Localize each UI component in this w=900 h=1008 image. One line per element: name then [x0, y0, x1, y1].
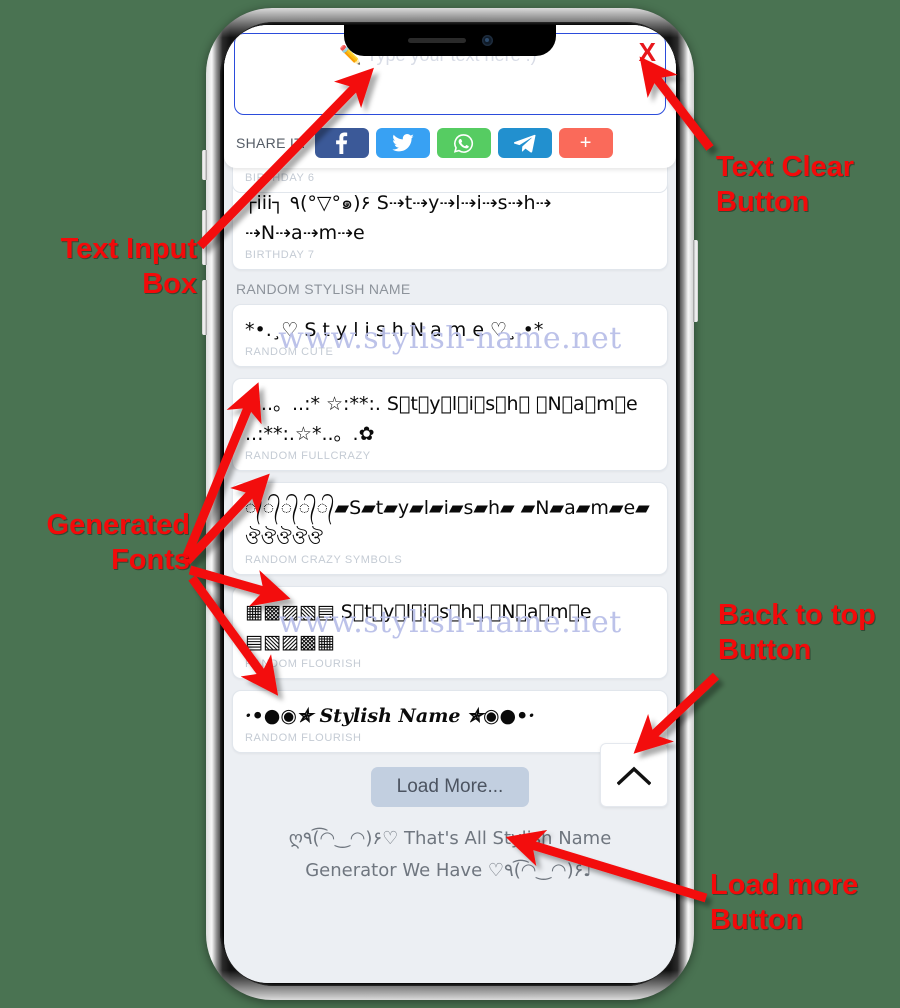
font-sample-text: ┌iii┐ ٩(°▽°๑)۶ S⇢t⇢y⇢l⇢i⇢s⇢h⇢ ⇢N⇢a⇢m⇢e — [245, 192, 552, 244]
share-it-label: SHARE IT: — [236, 135, 306, 151]
back-to-top-button[interactable] — [600, 743, 668, 807]
annotation-label-back-to-top: Back to top Button — [718, 598, 898, 668]
font-sample-text: *•.¸♡ S t y l i s h N a m e ♡¸.•* — [245, 319, 544, 341]
share-row: SHARE IT: + — [234, 128, 666, 158]
section-heading-random-stylish-name: RANDOM STYLISH NAME — [236, 281, 411, 297]
font-card-random-cute[interactable]: *•.¸♡ S t y l i s h N a m e ♡¸.•* RANDOM… — [232, 304, 668, 367]
phone-volume-down-button[interactable] — [202, 280, 207, 335]
font-sample-text: ·•●◉✯ Stylish Name ✯◉●•· — [245, 705, 535, 727]
font-card-random-crazy-symbols[interactable]: ᭄᭄᭄᭄᭄▰S▰t▰y▰l▰i▰s▰h▰ ▰N▰a▰m▰e▰ ঔঔঔঔঔ RAN… — [232, 482, 668, 575]
telegram-icon — [513, 134, 536, 153]
generated-fonts-list: ┌iii┐ ٩(°▽°๑)۶ S⇢t⇢y⇢l⇢i⇢s⇢h⇢ ⇢N⇢a⇢m⇢e B… — [224, 177, 676, 983]
speaker-grille-icon — [407, 38, 466, 43]
text-clear-button[interactable]: X — [639, 39, 656, 65]
font-card-label: RANDOM FULLCRAZY — [245, 450, 371, 462]
share-whatsapp-button[interactable] — [436, 128, 491, 158]
share-twitter-button[interactable] — [375, 128, 430, 158]
front-camera-icon — [481, 35, 493, 46]
share-facebook-button[interactable] — [314, 128, 369, 158]
annotation-line-1: Text Clear — [716, 151, 855, 183]
phone-volume-up-button[interactable] — [202, 210, 207, 265]
load-more-button[interactable]: Load More... — [370, 767, 530, 807]
share-telegram-button[interactable] — [497, 128, 552, 158]
phone-notch — [344, 25, 556, 56]
font-sample-text: ᭄᭄᭄᭄᭄▰S▰t▰y▰l▰i▰s▰h▰ ▰N▰a▰m▰e▰ ঔঔঔঔঔ — [245, 497, 650, 549]
annotation-label-generated-fonts: Generated Fonts — [10, 508, 190, 578]
phone-power-button[interactable] — [693, 240, 698, 322]
annotation-line-1: Text Input — [60, 233, 197, 265]
phone-mute-switch[interactable] — [202, 150, 207, 180]
annotation-line-1: Load more — [710, 869, 859, 901]
chevron-up-icon — [617, 766, 651, 786]
share-more-button[interactable]: + — [558, 128, 613, 158]
annotation-label-load-more: Load more Button — [710, 868, 895, 938]
font-card-label: BIRTHDAY 6 — [245, 172, 315, 184]
font-card-label: RANDOM FLOURISH — [245, 732, 362, 744]
annotation-label-text-clear: Text Clear Button — [716, 150, 886, 220]
font-sample-text: ▦▩▨▧▤ S⃓t⃓y⃓l⃓i⃓s⃓h⃓ ⃓N⃓a⃓m⃓e ▤▧▨▩▦ — [245, 601, 592, 653]
font-card-label: RANDOM CUTE — [245, 346, 334, 358]
font-card-label: RANDOM CRAZY SYMBOLS — [245, 554, 403, 566]
phone-screen: (⌐■_■) ┌iii┐ Stylish Name BIRTHDAY 6 X S… — [224, 25, 676, 983]
annotation-line-1: Back to top — [718, 599, 876, 631]
whatsapp-icon — [453, 133, 474, 153]
font-card-label: RANDOM FLOURISH — [245, 658, 362, 670]
font-sample-text: ✿..。..:* ☆:**:. S⃒t⃒y⃒l⃒i⃒s⃒h⃒ ⃒N⃒a⃒m⃒e … — [245, 393, 638, 445]
annotation-line-2: Fonts — [111, 544, 190, 576]
annotation-line-2: Button — [718, 634, 812, 666]
footer-note: ღ٩(͡◠‿◠)۶♡ That's All Stylish Name Gener… — [288, 828, 612, 881]
facebook-icon — [336, 132, 348, 154]
annotation-line-2: Button — [710, 904, 804, 936]
font-card-label: BIRTHDAY 7 — [245, 249, 315, 261]
annotation-label-text-input: Text Input Box — [22, 232, 197, 302]
annotation-line-1: Generated — [46, 509, 190, 541]
font-card-random-fullcrazy[interactable]: ✿..。..:* ☆:**:. S⃒t⃒y⃒l⃒i⃒s⃒h⃒ ⃒N⃒a⃒m⃒e … — [232, 378, 668, 471]
twitter-icon — [391, 134, 414, 152]
page-scroll-area[interactable]: (⌐■_■) ┌iii┐ Stylish Name BIRTHDAY 6 X S… — [224, 25, 676, 983]
font-card-random-flourish-1[interactable]: ▦▩▨▧▤ S⃓t⃓y⃓l⃓i⃓s⃓h⃓ ⃓N⃓a⃓m⃓e ▤▧▨▩▦ RAND… — [232, 586, 668, 679]
annotation-line-2: Button — [716, 186, 810, 218]
annotation-line-2: Box — [142, 268, 197, 300]
